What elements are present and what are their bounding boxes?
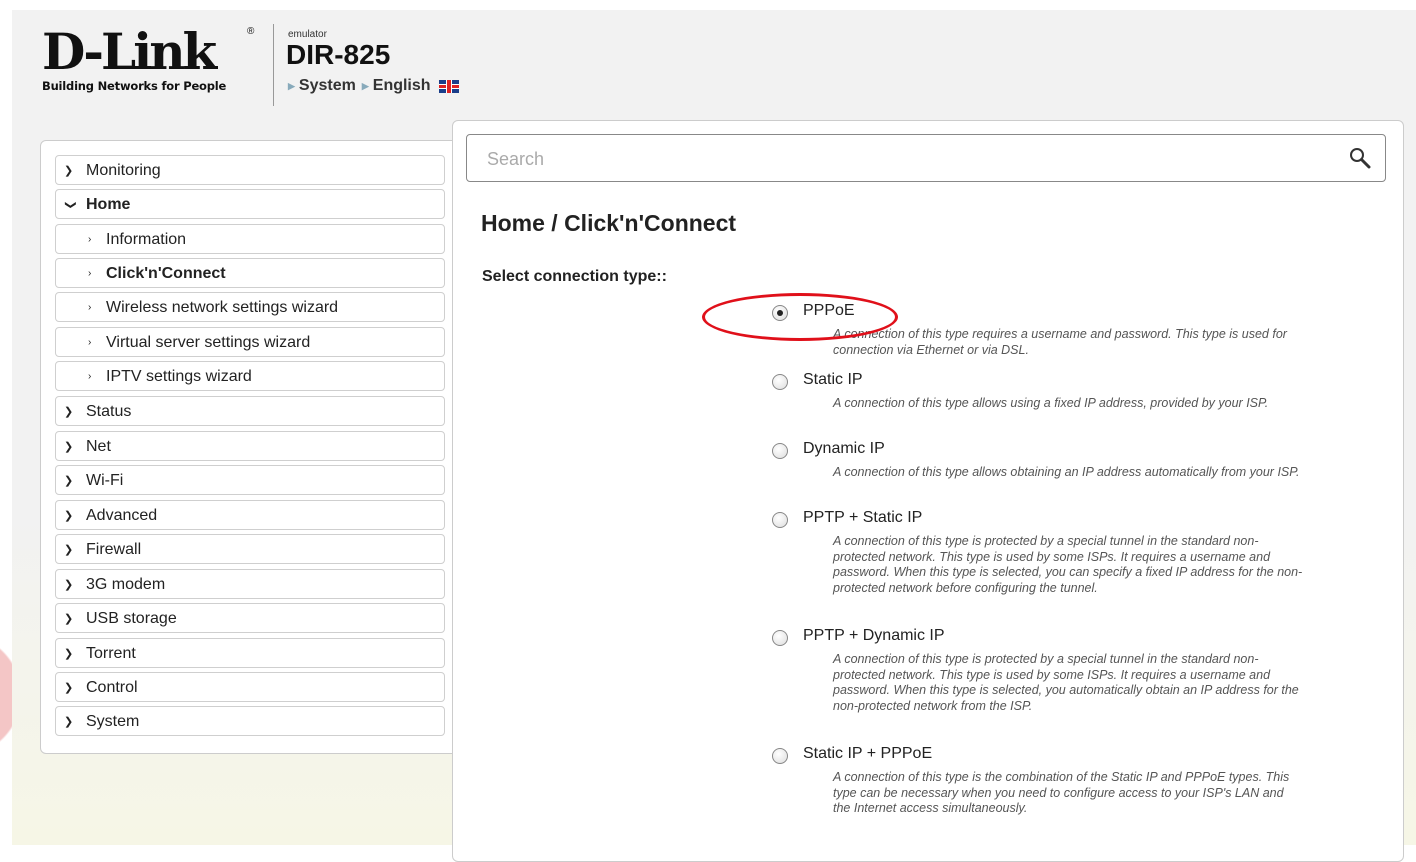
- sidebar-item-label: Home: [86, 196, 131, 213]
- sidebar-item-label: System: [86, 713, 140, 730]
- sidebar-item-label: Wi-Fi: [86, 472, 124, 489]
- collapse-arrow-icon: ❯: [64, 200, 77, 210]
- sidebar-item-information[interactable]: › Information: [55, 224, 445, 254]
- radio-pptp-static-ip[interactable]: [772, 512, 788, 528]
- expand-arrow-icon: ❯: [64, 475, 74, 487]
- radio-pptp-dynamic-ip[interactable]: [772, 630, 788, 646]
- dlink-logo[interactable]: D-Link ® Building Networks for People: [42, 24, 262, 104]
- sidebar-item-label: Torrent: [86, 645, 136, 662]
- sidebar-item-virtual-server-wizard[interactable]: › Virtual server settings wizard: [55, 327, 445, 357]
- radio-static-ip-pppoe[interactable]: [772, 748, 788, 764]
- chevron-right-icon: ›: [88, 371, 92, 382]
- option-description: A connection of this type requires a use…: [833, 327, 1287, 357]
- header-divider: [273, 24, 274, 106]
- option-label[interactable]: Dynamic IP: [803, 440, 885, 458]
- sidebar-item-label: Status: [86, 403, 132, 420]
- connection-type-label: Select connection type::: [482, 268, 667, 285]
- model-name: DIR-825: [286, 39, 391, 70]
- sidebar-item-label: Wireless network settings wizard: [106, 299, 339, 316]
- sidebar-item-label: 3G modem: [86, 576, 166, 593]
- sidebar-item-3g-modem[interactable]: ❯ 3G modem: [55, 569, 445, 599]
- sidebar-item-advanced[interactable]: ❯ Advanced: [55, 500, 445, 530]
- sidebar-item-status[interactable]: ❯ Status: [55, 396, 445, 426]
- chevron-right-icon: ›: [88, 337, 92, 348]
- language-link[interactable]: English: [373, 77, 431, 95]
- option-description: A connection of this type is protected b…: [833, 534, 1303, 595]
- sidebar-item-iptv-wizard[interactable]: › IPTV settings wizard: [55, 361, 445, 391]
- sidebar-item-label: Virtual server settings wizard: [106, 334, 311, 351]
- sidebar-item-usb-storage[interactable]: ❯ USB storage: [55, 603, 445, 633]
- chevron-right-icon: ›: [88, 302, 92, 313]
- sidebar-item-label: Advanced: [86, 507, 158, 524]
- option-description: A connection of this type allows obtaini…: [833, 465, 1300, 479]
- expand-arrow-icon: ❯: [64, 682, 74, 694]
- option-description: A connection of this type is protected b…: [833, 652, 1299, 713]
- sidebar-item-monitoring[interactable]: ❯ Monitoring: [55, 155, 445, 185]
- header-links: ▶ System ▶ English: [288, 77, 459, 95]
- sidebar-item-label: Monitoring: [86, 162, 161, 179]
- triangle-right-icon: ▶: [361, 80, 369, 91]
- expand-arrow-icon: ❯: [64, 544, 74, 556]
- search-input[interactable]: [485, 145, 1329, 173]
- expand-arrow-icon: ❯: [64, 165, 74, 177]
- logo-registered-mark: ®: [247, 26, 255, 37]
- option-label[interactable]: Static IP + PPPoE: [803, 745, 932, 763]
- page-title: Home / Click'n'Connect: [481, 210, 737, 236]
- expand-arrow-icon: ❯: [64, 648, 74, 660]
- sidebar-item-wireless-wizard[interactable]: › Wireless network settings wizard: [55, 292, 445, 322]
- expand-arrow-icon: ❯: [64, 406, 74, 418]
- radio-dynamic-ip[interactable]: [772, 443, 788, 459]
- radio-pppoe[interactable]: [772, 305, 788, 321]
- expand-arrow-icon: ❯: [64, 716, 74, 728]
- sidebar-item-control[interactable]: ❯ Control: [55, 672, 445, 702]
- sidebar-item-wifi[interactable]: ❯ Wi-Fi: [55, 465, 445, 495]
- sidebar-item-system[interactable]: ❯ System: [55, 706, 445, 736]
- radio-static-ip[interactable]: [772, 374, 788, 390]
- sidebar-item-label: Control: [86, 679, 138, 696]
- sidebar-item-label: USB storage: [86, 610, 177, 627]
- chevron-right-icon: ›: [88, 234, 92, 245]
- option-description: A connection of this type is the combina…: [833, 770, 1290, 815]
- expand-arrow-icon: ❯: [64, 613, 74, 625]
- triangle-right-icon: ▶: [288, 80, 295, 91]
- option-label[interactable]: PPTP + Dynamic IP: [803, 627, 945, 645]
- search-box: [466, 134, 1386, 182]
- sidebar-item-net[interactable]: ❯ Net: [55, 431, 445, 461]
- sidebar-item-click-n-connect[interactable]: › Click'n'Connect: [55, 258, 445, 288]
- chevron-right-icon: ›: [88, 268, 92, 279]
- option-description: A connection of this type allows using a…: [833, 396, 1269, 410]
- sidebar-item-label: IPTV settings wizard: [106, 368, 252, 385]
- option-label[interactable]: Static IP: [803, 371, 863, 389]
- uk-flag-icon[interactable]: [438, 79, 459, 93]
- logo-text: D-Link: [42, 22, 217, 81]
- sidebar-item-label: Net: [86, 438, 111, 455]
- expand-arrow-icon: ❯: [64, 441, 74, 453]
- sidebar-item-home[interactable]: ❯ Home: [55, 189, 445, 219]
- search-icon[interactable]: [1349, 147, 1371, 169]
- decorative-edge-mark: [0, 590, 12, 800]
- sidebar-item-label: Click'n'Connect: [106, 265, 226, 282]
- sidebar-item-label: Information: [106, 231, 187, 248]
- system-link[interactable]: System: [299, 77, 356, 95]
- expand-arrow-icon: ❯: [64, 579, 74, 591]
- sidebar-item-torrent[interactable]: ❯ Torrent: [55, 638, 445, 668]
- logo-tagline: Building Networks for People: [42, 79, 227, 93]
- expand-arrow-icon: ❯: [64, 510, 74, 522]
- sidebar-item-label: Firewall: [86, 541, 142, 558]
- sidebar-menu: ❯ Monitoring ❯ Home › Information › Clic…: [40, 140, 472, 754]
- sidebar-item-firewall[interactable]: ❯ Firewall: [55, 534, 445, 564]
- option-label[interactable]: PPTP + Static IP: [803, 509, 922, 527]
- option-label[interactable]: PPPoE: [803, 302, 855, 320]
